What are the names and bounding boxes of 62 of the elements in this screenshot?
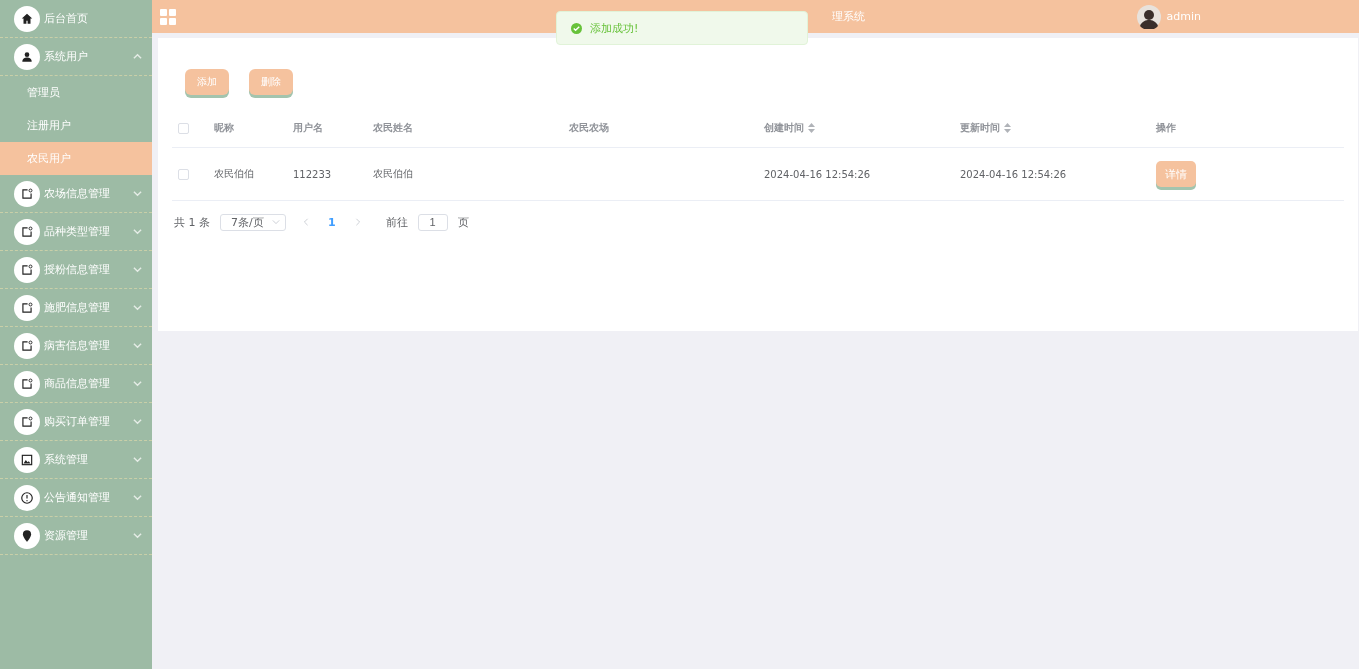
note-icon: [20, 300, 34, 315]
sidebar-item[interactable]: 病害信息管理: [0, 327, 152, 365]
sort-icon[interactable]: [808, 123, 815, 133]
sidebar-item[interactable]: 公告通知管理: [0, 479, 152, 517]
table-cell-text: 2024-04-16 12:54:26: [764, 168, 872, 180]
page-size-value: 7条/页: [231, 214, 264, 230]
note-icon: [20, 262, 34, 277]
column-header: 农民姓名: [373, 121, 414, 135]
column-header: 用户名: [293, 121, 324, 135]
note-icon: [20, 224, 34, 239]
row-checkbox[interactable]: [178, 168, 189, 180]
grid-icon[interactable]: [160, 8, 176, 25]
table-cell-text: 112233: [293, 168, 333, 180]
sidebar-subitem[interactable]: 农民用户: [0, 142, 152, 175]
sidebar-item[interactable]: 商品信息管理: [0, 365, 152, 403]
note-icon: [20, 338, 34, 353]
image-icon: [20, 452, 34, 467]
select-all-checkbox[interactable]: [178, 122, 189, 134]
next-page-icon[interactable]: [353, 218, 362, 226]
sidebar-subitem[interactable]: 管理员: [0, 76, 152, 109]
avatar[interactable]: [1136, 4, 1161, 29]
column-header[interactable]: 更新时间: [960, 121, 1156, 135]
total-count: 共 1 条: [174, 214, 210, 230]
user-name[interactable]: admin: [1166, 10, 1201, 23]
page-size-select[interactable]: 7条/页: [220, 213, 286, 231]
sidebar-item[interactable]: 施肥信息管理: [0, 289, 152, 327]
table-cell-text: 农民伯伯: [373, 167, 414, 181]
note-icon: [20, 376, 34, 391]
sidebar-item[interactable]: 系统管理: [0, 441, 152, 479]
user-icon: [20, 49, 34, 64]
pin-icon: [20, 528, 34, 543]
detail-button[interactable]: 详情: [1156, 161, 1196, 187]
table-cell-text: 2024-04-16 12:54:26: [960, 168, 1068, 180]
note-icon: [20, 414, 34, 429]
sort-icon[interactable]: [1004, 123, 1011, 133]
column-header: 农民农场: [569, 121, 610, 135]
previous-page-icon[interactable]: [302, 218, 310, 226]
sidebar-item[interactable]: 授粉信息管理: [0, 251, 152, 289]
alert-icon: [20, 490, 34, 505]
chevron-icon: [272, 218, 280, 226]
sidebar-item[interactable]: 品种类型管理: [0, 213, 152, 251]
toolbar-button[interactable]: 删除: [249, 69, 293, 95]
column-header[interactable]: 创建时间: [764, 121, 960, 135]
table-cell-text: 农民伯伯: [214, 167, 255, 181]
sidebar-item[interactable]: 资源管理: [0, 517, 152, 555]
toast-message: 添加成功!: [590, 20, 639, 36]
column-header: 操作: [1156, 121, 1177, 135]
sidebar-item[interactable]: 系统用户: [0, 38, 152, 76]
sidebar-item[interactable]: 后台首页: [0, 0, 152, 38]
sidebar-subitem[interactable]: 注册用户: [0, 109, 152, 142]
check-circle-icon: [571, 22, 582, 34]
toolbar-button[interactable]: 添加: [185, 69, 229, 95]
system-title: 理系统: [832, 9, 865, 24]
goto-label: 前往: [385, 214, 408, 230]
page-number[interactable]: 1: [320, 215, 344, 229]
sidebar-item[interactable]: 农场信息管理: [0, 175, 152, 213]
page-input[interactable]: 1: [417, 213, 448, 231]
sidebar-item[interactable]: 购买订单管理: [0, 403, 152, 441]
page-suffix: 页: [457, 214, 469, 230]
home-icon: [20, 11, 34, 26]
note-icon: [20, 186, 34, 201]
column-header: 昵称: [214, 121, 235, 135]
